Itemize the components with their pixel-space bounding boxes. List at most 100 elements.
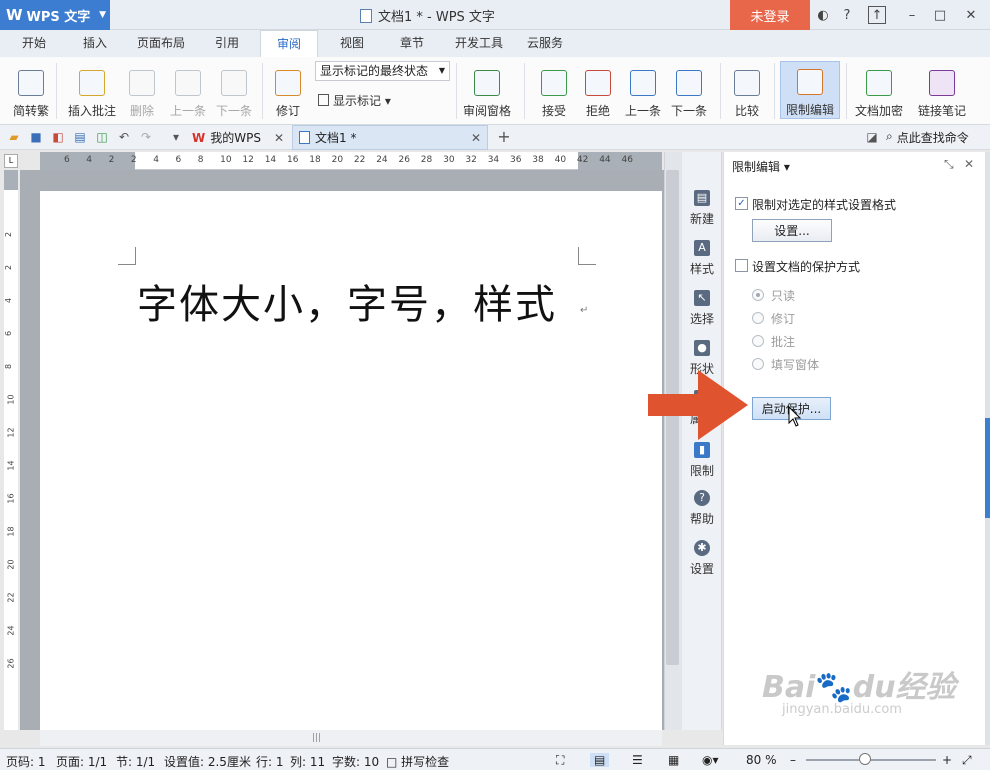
tab-references[interactable]: 引用 — [205, 30, 249, 57]
option-form-label: 填写窗体 — [771, 358, 820, 372]
side-style[interactable]: A 样式 — [682, 240, 722, 277]
zoom-out-icon[interactable]: – — [790, 753, 796, 767]
undo-icon[interactable]: ↶ — [116, 129, 132, 145]
restrict-edit-button[interactable]: 限制编辑 — [780, 61, 840, 119]
app-menu-button[interactable]: W WPS 文字 ▼ — [0, 0, 110, 30]
reject-button[interactable]: 拒绝 — [578, 61, 618, 119]
panel-title[interactable]: 限制编辑 ▾ — [732, 158, 790, 175]
tab-review[interactable]: 审阅 — [260, 30, 318, 58]
new-tab-icon[interactable]: + — [496, 129, 512, 145]
login-button[interactable]: 未登录 — [730, 0, 810, 30]
option-revise-radio[interactable] — [752, 312, 764, 324]
tab-view[interactable]: 视图 — [330, 30, 374, 57]
ruler-tick-label: 42 — [576, 155, 589, 165]
open-icon[interactable]: ▰ — [6, 129, 22, 145]
tab-home[interactable]: 开始 — [12, 30, 56, 57]
chevron-down-icon[interactable]: ▾ — [168, 129, 184, 145]
spell-check-toggle[interactable]: □ 拼写检查 — [386, 753, 449, 770]
accept-button[interactable]: 接受 — [534, 61, 574, 119]
prev-comment-button[interactable]: 上一条 — [168, 61, 208, 119]
quick-access-bar: ▰ ■ ◧ ▤ ◫ ↶ ↷ ▾ W 我的WPS ✕ 文档1 * ✕ + ◪ ⌕ … — [0, 125, 990, 150]
undock-icon[interactable]: ⤡ — [944, 157, 954, 172]
compare-button[interactable]: 比较 — [728, 61, 766, 119]
skin-icon[interactable]: ◐ — [814, 6, 832, 24]
document-text[interactable]: 字体大小，字号，样式 — [137, 272, 557, 330]
help-icon[interactable]: ? — [838, 6, 856, 24]
next-change-button[interactable]: 下一条 — [668, 61, 710, 119]
page-view-icon[interactable]: ▤ — [590, 753, 610, 767]
web-view-icon[interactable]: ▦ — [668, 753, 679, 767]
tab-document1[interactable]: 文档1 * ✕ — [292, 125, 488, 150]
option-readonly-radio[interactable] — [752, 289, 764, 301]
ruler-tick-label: 12 — [6, 427, 16, 438]
tab-chapter[interactable]: 章节 — [390, 30, 434, 57]
tab-my-wps[interactable]: W 我的WPS ✕ — [186, 125, 290, 150]
protect-view-icon[interactable]: ◉▾ — [702, 753, 719, 767]
insert-comment-button[interactable]: 插入批注 — [66, 61, 118, 119]
option-revise-label: 修订 — [771, 312, 796, 326]
redo-icon[interactable]: ↷ — [138, 129, 154, 145]
ruler-tick-label: 32 — [465, 155, 477, 165]
next-comment-button[interactable]: 下一条 — [214, 61, 254, 119]
tab-page-layout[interactable]: 页面布局 — [130, 30, 192, 57]
print-icon[interactable]: ▤ — [72, 129, 88, 145]
zoom-in-icon[interactable]: + — [942, 753, 952, 767]
doc-encrypt-button[interactable]: 文档加密 — [852, 61, 906, 119]
mark-state-select[interactable]: 显示标记的最终状态 ▼ — [315, 61, 450, 81]
ruler-tick-label: 38 — [532, 155, 544, 165]
ruler-tick-label: 16 — [6, 493, 16, 504]
protect-mode-checkbox[interactable] — [735, 259, 748, 272]
limit-format-checkbox[interactable]: ✓ — [735, 197, 748, 210]
minimize-icon[interactable]: – — [903, 6, 921, 24]
print-preview-icon[interactable]: ◫ — [94, 129, 110, 145]
save-icon[interactable]: ■ — [28, 129, 44, 145]
ruler-tick-label: 2 — [108, 155, 115, 165]
zoom-slider[interactable] — [806, 759, 936, 761]
close-icon[interactable]: ✕ — [964, 157, 974, 171]
fit-icon[interactable]: ⤢ — [962, 753, 972, 768]
export-pdf-icon[interactable]: ◧ — [50, 129, 66, 145]
window-title: 文档1 * - WPS 文字 — [360, 6, 495, 25]
show-mark-button[interactable]: 显示标记 ▾ — [318, 92, 391, 109]
fullscreen-icon[interactable]: ⛶ — [556, 753, 564, 768]
tab-insert[interactable]: 插入 — [70, 30, 120, 57]
side-new[interactable]: ▤ 新建 — [682, 190, 722, 227]
tab-cloud[interactable]: 云服务 — [520, 30, 570, 57]
maximize-icon[interactable]: □ — [931, 6, 949, 24]
prev-change-icon — [630, 70, 656, 96]
ruler-corner-toggle[interactable]: L — [4, 154, 18, 168]
review-pane-button[interactable]: 审阅窗格 — [458, 61, 516, 119]
crop-mark — [578, 247, 596, 265]
side-restrict[interactable]: ▮ 限制 — [682, 442, 722, 479]
link-note-button[interactable]: 链接笔记 — [914, 61, 970, 119]
limit-format-label: 限制对选定的样式设置格式 — [752, 198, 897, 212]
outline-view-icon[interactable]: ☰ — [632, 753, 643, 767]
option-comment-radio[interactable] — [752, 335, 764, 347]
panel-collapse-handle[interactable] — [985, 418, 990, 518]
tab-developer[interactable]: 开发工具 — [448, 30, 510, 57]
close-icon[interactable]: ✕ — [471, 131, 481, 145]
zoom-level[interactable]: 80 % — [746, 753, 777, 767]
revise-button[interactable]: 修订 — [270, 61, 306, 119]
side-settings[interactable]: ✱ 设置 — [682, 540, 722, 577]
prev-change-button[interactable]: 上一条 — [622, 61, 664, 119]
close-icon[interactable]: ✕ — [274, 131, 284, 145]
close-icon[interactable]: ✕ — [962, 6, 980, 24]
onenote-icon — [929, 70, 955, 96]
encrypt-icon — [866, 70, 892, 96]
pin-icon[interactable]: ◪ — [864, 129, 880, 145]
delete-comment-button[interactable]: 删除 — [124, 61, 160, 119]
ruler-tick-label: 16 — [287, 155, 299, 165]
simp-trad-button[interactable]: 简转繁 — [12, 61, 50, 119]
menu-bar: 开始 插入 页面布局 引用 审阅 视图 章节 开发工具 云服务 — [0, 30, 990, 58]
side-help[interactable]: ? 帮助 — [682, 490, 722, 527]
side-select[interactable]: ↖ 选择 — [682, 290, 722, 327]
option-form-radio[interactable] — [752, 358, 764, 370]
settings-button[interactable]: 设置... — [752, 219, 832, 242]
upload-icon[interactable]: ↑ — [868, 6, 886, 24]
chevron-down-icon: ▼ — [99, 10, 106, 20]
horizontal-scrollbar[interactable]: ||| — [40, 730, 662, 746]
ruler-tick-label: 26 — [398, 155, 410, 165]
zoom-slider-thumb[interactable] — [858, 753, 871, 765]
find-command[interactable]: ⌕ 点此查找命令 — [886, 129, 969, 146]
